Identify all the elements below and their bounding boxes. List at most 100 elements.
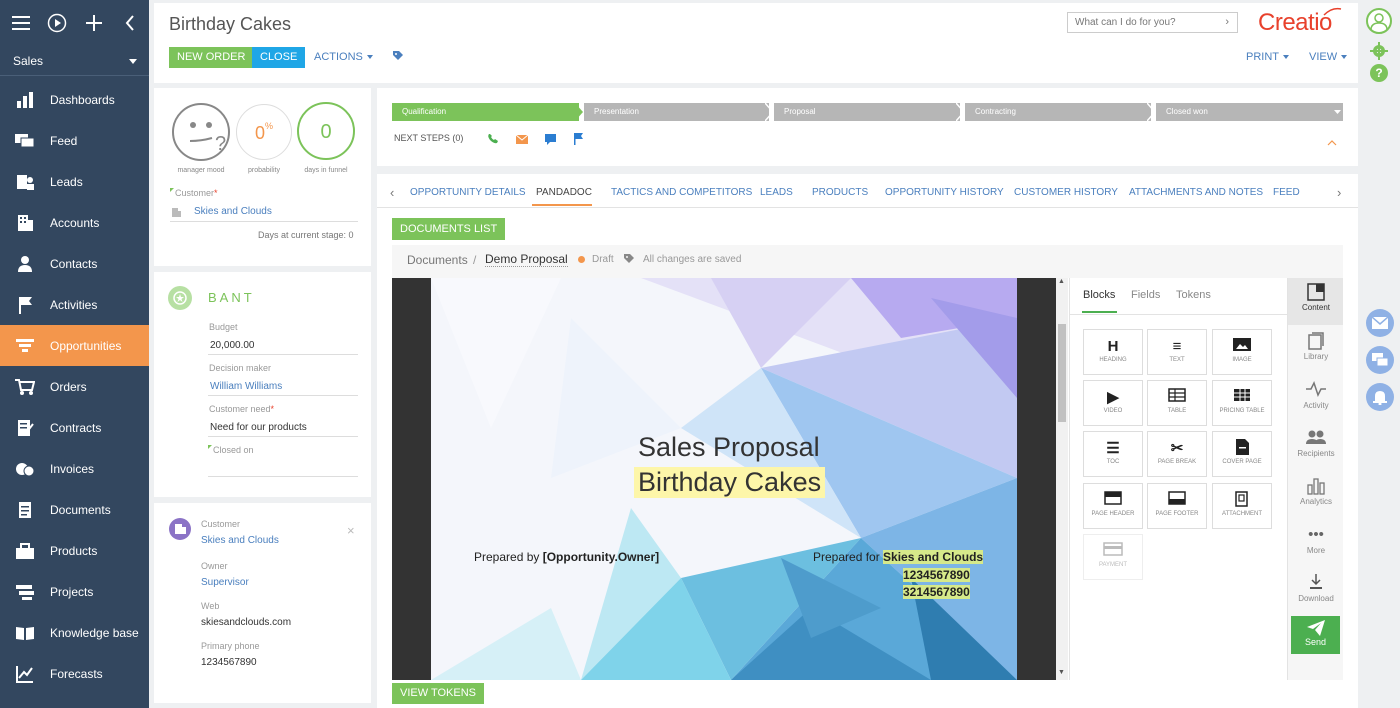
- block-page-break[interactable]: ✂ PAGE BREAK: [1147, 431, 1207, 477]
- chevron-right-icon[interactable]: ›: [1337, 185, 1341, 200]
- customer-need-value[interactable]: Need for our products: [210, 422, 307, 433]
- stage-qualification[interactable]: Qualification: [392, 103, 579, 121]
- scroll-down-icon[interactable]: ▼: [1058, 669, 1065, 676]
- sidebar-item-dashboards[interactable]: Dashboards: [0, 79, 149, 120]
- tab-leads[interactable]: LEADS: [760, 187, 793, 198]
- scrollbar-thumb[interactable]: [1058, 324, 1066, 422]
- tab-opportunity-history[interactable]: OPPORTUNITY HISTORY: [885, 187, 1004, 198]
- document-page[interactable]: Sales Proposal Birthday Cakes Prepared b…: [431, 278, 1017, 680]
- help-icon[interactable]: ?: [1370, 64, 1388, 82]
- view-tokens-button[interactable]: VIEW TOKENS: [392, 683, 485, 704]
- sidebar-item-projects[interactable]: Projects: [0, 571, 149, 612]
- workspace-selector[interactable]: Sales: [0, 46, 149, 76]
- rail-library[interactable]: Library: [1289, 332, 1343, 361]
- new-order-button[interactable]: NEW ORDER: [169, 47, 254, 68]
- command-search-input[interactable]: What can I do for you? ›: [1067, 12, 1238, 33]
- block-page-header[interactable]: PAGE HEADER: [1083, 483, 1143, 529]
- tab-pandadoc[interactable]: PANDADOC: [536, 187, 592, 198]
- owner-link[interactable]: Supervisor: [201, 577, 249, 588]
- block-heading[interactable]: H HEADING: [1083, 329, 1143, 375]
- sidebar-item-knowledge-base[interactable]: Knowledge base: [0, 612, 149, 653]
- block-toc[interactable]: ☰ TOC: [1083, 431, 1143, 477]
- sidebar-item-products[interactable]: Products: [0, 530, 149, 571]
- chevron-left-icon[interactable]: [117, 10, 143, 36]
- block-image[interactable]: IMAGE: [1212, 329, 1272, 375]
- block-text[interactable]: ≡ TEXT: [1147, 329, 1207, 375]
- web-value[interactable]: skiesandclouds.com: [201, 617, 291, 628]
- sidebar-item-contacts[interactable]: Contacts: [0, 243, 149, 284]
- block-pricing-table[interactable]: PRICING TABLE: [1212, 380, 1272, 426]
- sidebar-item-activities[interactable]: Activities: [0, 284, 149, 325]
- phone-token-1[interactable]: 1234567890: [903, 568, 970, 582]
- block-attachment[interactable]: ATTACHMENT: [1212, 483, 1272, 529]
- customer-link[interactable]: Skies and Clouds: [201, 535, 279, 546]
- tab-tactics-and-competitors[interactable]: TACTICS AND COMPETITORS: [611, 187, 752, 198]
- tag-icon[interactable]: [623, 253, 635, 268]
- chevron-down-icon[interactable]: [1334, 109, 1341, 115]
- rail-download[interactable]: Download: [1289, 574, 1343, 603]
- documents-list-button[interactable]: DOCUMENTS LIST: [392, 218, 506, 240]
- next-steps-label[interactable]: NEXT STEPS (0): [394, 133, 463, 143]
- panel-tab-blocks[interactable]: Blocks: [1083, 289, 1115, 301]
- phone-token-2[interactable]: 3214567890: [903, 585, 970, 599]
- tag-icon[interactable]: [392, 50, 404, 65]
- chevron-left-icon[interactable]: ‹: [390, 185, 394, 200]
- sidebar-item-forecasts[interactable]: Forecasts: [0, 653, 149, 694]
- panel-tab-tokens[interactable]: Tokens: [1176, 289, 1211, 301]
- document-name[interactable]: Demo Proposal: [485, 252, 568, 267]
- canvas-scrollbar[interactable]: ▲ ▼: [1056, 278, 1068, 680]
- owner-token[interactable]: [Opportunity.Owner]: [543, 550, 659, 564]
- budget-value[interactable]: 20,000.00: [210, 340, 255, 351]
- block-video[interactable]: ▶ VIDEO: [1083, 380, 1143, 426]
- email-icon[interactable]: [1366, 309, 1394, 337]
- sidebar-item-leads[interactable]: Leads: [0, 161, 149, 202]
- sidebar-item-invoices[interactable]: Invoices: [0, 448, 149, 489]
- view-dropdown[interactable]: VIEW: [1309, 51, 1348, 63]
- email-icon[interactable]: [515, 134, 529, 147]
- print-dropdown[interactable]: PRINT: [1246, 51, 1289, 63]
- tab-feed[interactable]: FEED: [1273, 187, 1300, 198]
- rail-more[interactable]: ••• More: [1289, 526, 1343, 555]
- sidebar-item-accounts[interactable]: Accounts: [0, 202, 149, 243]
- actions-dropdown[interactable]: ACTIONS: [314, 51, 373, 63]
- block-cover-page[interactable]: COVER PAGE: [1212, 431, 1272, 477]
- customer-link[interactable]: Skies and Clouds: [194, 206, 272, 217]
- close-button[interactable]: CLOSE: [252, 47, 306, 68]
- block-payment[interactable]: PAYMENT: [1083, 534, 1143, 580]
- chat-icon[interactable]: [545, 134, 556, 148]
- play-circle-icon[interactable]: [44, 10, 70, 36]
- sidebar-item-documents[interactable]: Documents: [0, 489, 149, 530]
- close-icon[interactable]: ×: [347, 523, 355, 538]
- tab-customer-history[interactable]: CUSTOMER HISTORY: [1014, 187, 1118, 198]
- plus-icon[interactable]: [81, 10, 107, 36]
- stage-closed-won[interactable]: Closed won: [1156, 103, 1343, 121]
- stage-contracting[interactable]: Contracting: [965, 103, 1151, 121]
- rail-analytics[interactable]: Analytics: [1289, 477, 1343, 506]
- panel-tab-fields[interactable]: Fields: [1131, 289, 1160, 301]
- call-icon[interactable]: [487, 133, 499, 148]
- rail-content[interactable]: Content: [1289, 283, 1343, 312]
- decision-maker-link[interactable]: William Williams: [210, 381, 282, 392]
- stage-proposal[interactable]: Proposal: [774, 103, 960, 121]
- breadcrumb-documents[interactable]: Documents: [407, 253, 468, 267]
- gear-icon[interactable]: [1370, 42, 1388, 63]
- customer-token[interactable]: Skies and Clouds: [883, 550, 984, 564]
- tab-attachments-and-notes[interactable]: ATTACHMENTS AND NOTES: [1129, 187, 1263, 198]
- phone-value[interactable]: 1234567890: [201, 657, 257, 668]
- user-profile-icon[interactable]: [1366, 8, 1392, 34]
- sidebar-item-feed[interactable]: Feed: [0, 120, 149, 161]
- block-table[interactable]: TABLE: [1147, 380, 1207, 426]
- notifications-bell-icon[interactable]: [1366, 383, 1394, 411]
- stage-presentation[interactable]: Presentation: [584, 103, 769, 121]
- messages-icon[interactable]: [1366, 346, 1394, 374]
- rail-activity[interactable]: Activity: [1289, 381, 1343, 410]
- flag-icon[interactable]: [574, 133, 584, 148]
- hamburger-menu-icon[interactable]: [8, 10, 34, 36]
- send-button[interactable]: Send: [1291, 616, 1340, 654]
- block-page-footer[interactable]: PAGE FOOTER: [1147, 483, 1207, 529]
- sidebar-item-contracts[interactable]: Contracts: [0, 407, 149, 448]
- tab-opportunity-details[interactable]: OPPORTUNITY DETAILS: [410, 187, 526, 198]
- chevron-up-icon[interactable]: [1327, 140, 1337, 146]
- sidebar-item-orders[interactable]: Orders: [0, 366, 149, 407]
- sidebar-item-opportunities[interactable]: Opportunities: [0, 325, 149, 366]
